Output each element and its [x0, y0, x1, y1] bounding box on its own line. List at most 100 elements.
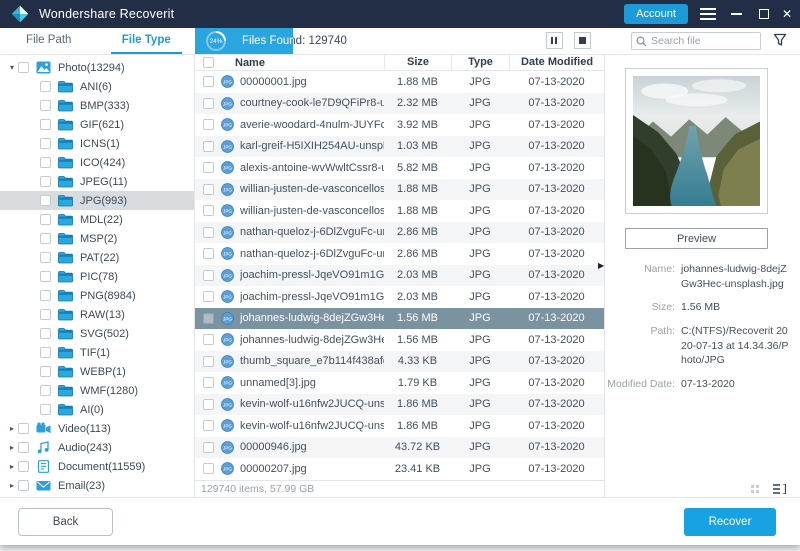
select-all-checkbox[interactable] — [203, 57, 214, 68]
filetype-checkbox[interactable] — [40, 290, 51, 301]
sidebar-item-filetype[interactable]: ICNS(1) — [0, 134, 194, 153]
chevron-right-icon[interactable]: ▸ — [6, 443, 18, 452]
row-checkbox[interactable] — [203, 226, 214, 238]
row-checkbox[interactable] — [203, 377, 214, 389]
table-row[interactable]: JPG johannes-ludwig-8dejZGw3Hec-unsp... 1.… — [195, 307, 604, 329]
filetype-checkbox[interactable] — [40, 252, 51, 263]
list-view-icon[interactable] — [773, 484, 786, 494]
panel-toggle-arrow[interactable]: ▶ — [598, 261, 604, 270]
row-checkbox[interactable] — [203, 269, 214, 281]
category-checkbox[interactable] — [18, 423, 29, 434]
stop-scan-button[interactable] — [574, 32, 591, 49]
filetype-checkbox[interactable] — [40, 214, 51, 225]
sidebar-item-filetype[interactable]: ANI(6) — [0, 77, 194, 96]
table-row[interactable]: JPG nathan-queloz-j-6DlZvguFc-unsplash...… — [195, 221, 604, 243]
filetype-checkbox[interactable] — [40, 404, 51, 415]
filetype-checkbox[interactable] — [40, 233, 51, 244]
sidebar-item-filetype[interactable]: PIC(78) — [0, 267, 194, 286]
filter-icon[interactable] — [773, 33, 787, 47]
table-row[interactable]: JPG alexis-antoine-wvWwltCssr8-unsplas...… — [195, 157, 604, 179]
search-input[interactable] — [651, 35, 760, 47]
column-size[interactable]: Size — [384, 55, 451, 70]
sidebar-item-filetype[interactable]: WEBP(1) — [0, 362, 194, 381]
photo-checkbox[interactable] — [18, 62, 29, 73]
preview-button[interactable]: Preview — [625, 228, 768, 249]
sidebar-item-filetype[interactable]: TIF(1) — [0, 343, 194, 362]
account-button[interactable]: Account — [624, 4, 688, 24]
row-checkbox[interactable] — [203, 291, 214, 303]
table-row[interactable]: JPG joachim-pressl-JqeVO91m1Go-unspl... 2.… — [195, 286, 604, 308]
sidebar-item-filetype[interactable]: PAT(22) — [0, 248, 194, 267]
chevron-down-icon[interactable]: ▾ — [6, 63, 18, 72]
table-row[interactable]: JPG 00000207.jpg 23.41 KB JPG 07-13-2020 — [195, 458, 604, 480]
sidebar-item-filetype[interactable]: MSP(2) — [0, 229, 194, 248]
row-checkbox[interactable] — [203, 355, 214, 367]
minimize-icon[interactable] — [731, 13, 742, 15]
thumbnail-view-icon[interactable] — [751, 484, 760, 494]
sidebar-item-filetype[interactable]: AI(0) — [0, 400, 194, 419]
pause-scan-button[interactable] — [546, 32, 563, 49]
sidebar-item-filetype[interactable]: GIF(621) — [0, 115, 194, 134]
row-checkbox[interactable] — [203, 162, 214, 174]
row-checkbox[interactable] — [203, 205, 214, 217]
table-row[interactable]: JPG willian-justen-de-vasconcellos-6SGa..… — [195, 178, 604, 200]
row-checkbox[interactable] — [203, 441, 214, 453]
chevron-right-icon[interactable]: ▸ — [6, 462, 18, 471]
filetype-checkbox[interactable] — [40, 157, 51, 168]
filetype-checkbox[interactable] — [40, 119, 51, 130]
chevron-right-icon[interactable]: ▸ — [6, 424, 18, 433]
filetype-checkbox[interactable] — [40, 347, 51, 358]
tab-file-path[interactable]: File Path — [0, 28, 98, 54]
row-checkbox[interactable] — [203, 76, 214, 88]
table-row[interactable]: JPG 00000001.jpg 1.88 MB JPG 07-13-2020 — [195, 71, 604, 93]
table-row[interactable]: JPG johannes-ludwig-8dejZGw3Hec-unsp... 1.… — [195, 329, 604, 351]
filetype-checkbox[interactable] — [40, 176, 51, 187]
filetype-checkbox[interactable] — [40, 271, 51, 282]
filetype-checkbox[interactable] — [40, 100, 51, 111]
row-checkbox[interactable] — [203, 248, 214, 260]
sidebar-item-category[interactable]: ▸ Video(113) — [0, 419, 194, 438]
sidebar-item-filetype[interactable]: PNG(8984) — [0, 286, 194, 305]
sidebar-item-filetype[interactable]: ICO(424) — [0, 153, 194, 172]
menu-icon[interactable] — [700, 8, 716, 20]
search-box[interactable] — [631, 32, 761, 50]
filetype-checkbox[interactable] — [40, 366, 51, 377]
row-checkbox[interactable] — [203, 183, 214, 195]
table-row[interactable]: JPG willian-justen-de-vasconcellos-6SGa..… — [195, 200, 604, 222]
filetype-checkbox[interactable] — [40, 385, 51, 396]
maximize-icon[interactable] — [759, 9, 769, 19]
category-checkbox[interactable] — [18, 442, 29, 453]
row-checkbox[interactable] — [203, 140, 214, 152]
sidebar-item-filetype[interactable]: WMF(1280) — [0, 381, 194, 400]
table-row[interactable]: JPG kevin-wolf-u16nfw2JUCQ-unsplash.jpg 1.… — [195, 415, 604, 437]
sidebar-item-filetype[interactable]: JPEG(11) — [0, 172, 194, 191]
sidebar-item-filetype[interactable]: BMP(333) — [0, 96, 194, 115]
filetype-checkbox[interactable] — [40, 195, 51, 206]
row-checkbox[interactable] — [203, 119, 214, 131]
row-checkbox[interactable] — [203, 97, 214, 109]
table-row[interactable]: JPG nathan-queloz-j-6DlZvguFc-unsplash...… — [195, 243, 604, 265]
table-row[interactable]: JPG joachim-pressl-JqeVO91m1Go-unspl... 2.… — [195, 264, 604, 286]
table-row[interactable]: JPG averie-woodard-4nulm-JUYFo-unspla... 3… — [195, 114, 604, 136]
filetype-checkbox[interactable] — [40, 309, 51, 320]
table-row[interactable]: JPG courtney-cook-le7D9QFiPr8-unsplas... 2… — [195, 92, 604, 114]
back-button[interactable]: Back — [18, 508, 113, 536]
table-row[interactable]: JPG 00000946.jpg 43.72 KB JPG 07-13-2020 — [195, 436, 604, 458]
tab-file-type[interactable]: File Type — [98, 28, 196, 54]
sidebar-item-category[interactable]: ▸ Document(11559) — [0, 457, 194, 476]
row-checkbox[interactable] — [203, 312, 214, 324]
sidebar-item-filetype[interactable]: MDL(22) — [0, 210, 194, 229]
filetype-checkbox[interactable] — [40, 138, 51, 149]
column-name[interactable]: Name — [235, 57, 265, 69]
table-row[interactable]: JPG unnamed[3].jpg 1.79 KB JPG 07-13-2020 — [195, 372, 604, 394]
table-row[interactable]: JPG kevin-wolf-u16nfw2JUCQ-unsplash.jpg 1.… — [195, 393, 604, 415]
row-checkbox[interactable] — [203, 463, 214, 475]
chevron-right-icon[interactable]: ▸ — [6, 481, 18, 490]
sidebar-item-category[interactable]: ▸ Audio(243) — [0, 438, 194, 457]
row-checkbox[interactable] — [203, 334, 214, 346]
column-type[interactable]: Type — [451, 55, 509, 70]
sidebar-item-category[interactable]: ▸ Email(23) — [0, 476, 194, 495]
category-checkbox[interactable] — [18, 480, 29, 491]
sidebar-item-filetype[interactable]: SVG(502) — [0, 324, 194, 343]
sidebar-item-filetype[interactable]: JPG(993) — [0, 191, 194, 210]
